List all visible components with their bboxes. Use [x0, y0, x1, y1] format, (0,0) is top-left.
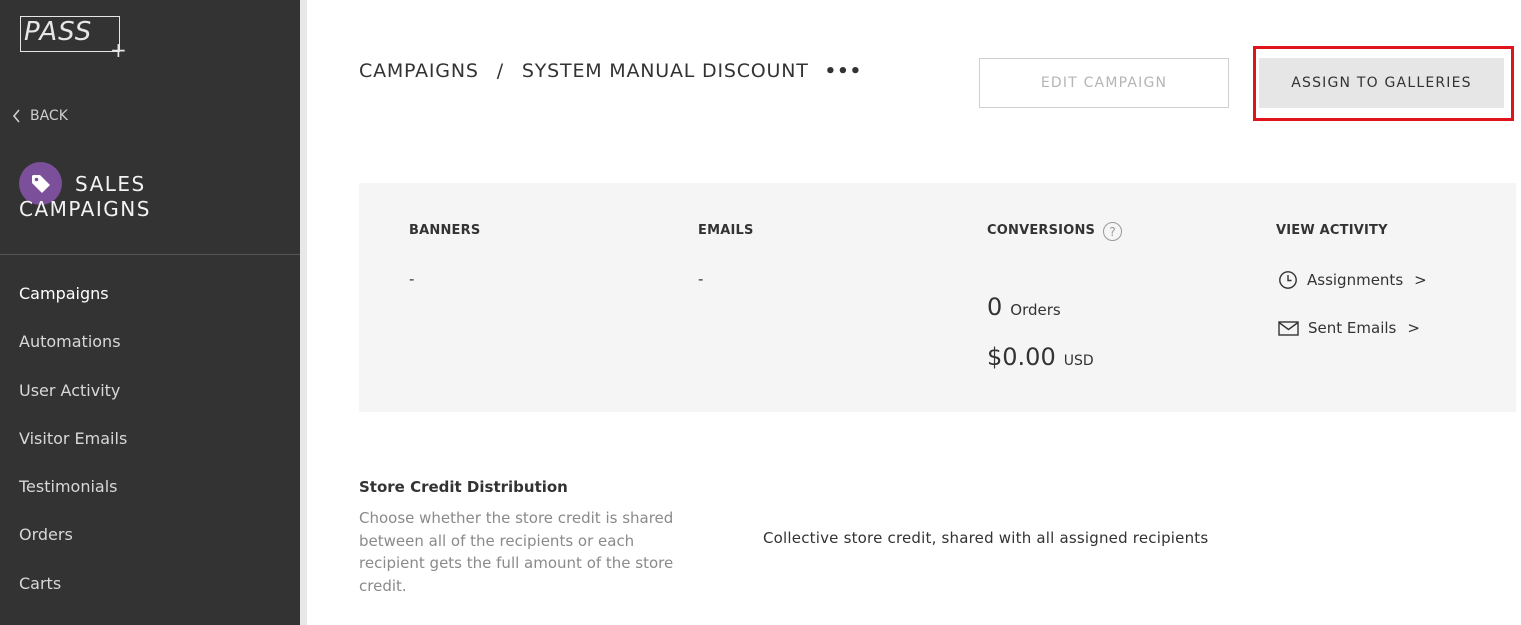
sidebar-item-testimonials[interactable]: Testimonials: [19, 473, 127, 521]
section-title-line1: SALES: [75, 172, 146, 196]
back-link[interactable]: BACK: [12, 108, 68, 124]
sidebar-divider: [0, 254, 300, 255]
sidebar-item-orders[interactable]: Orders: [19, 521, 127, 569]
sidebar-nav: Campaigns Automations User Activity Visi…: [19, 280, 127, 618]
chevron-right-icon: >: [1407, 319, 1420, 337]
breadcrumb-current: SYSTEM MANUAL DISCOUNT: [521, 60, 809, 82]
view-activity-heading: VIEW ACTIVITY: [1276, 223, 1388, 238]
envelope-icon: [1278, 320, 1299, 336]
edit-campaign-button[interactable]: EDIT CAMPAIGN: [979, 58, 1229, 108]
banners-value: -: [409, 270, 415, 288]
logo-text: PASS: [24, 17, 93, 47]
pass-logo[interactable]: PASS +: [20, 16, 130, 60]
revenue-amount: $0.00 USD: [987, 343, 1094, 371]
revenue-number: $0.00: [987, 343, 1056, 371]
sidebar-item-automations[interactable]: Automations: [19, 328, 127, 376]
section-title: SALES CAMPAIGNS: [19, 172, 151, 222]
sidebar-item-campaigns[interactable]: Campaigns: [19, 280, 127, 328]
back-label: BACK: [30, 108, 68, 124]
store-credit-value: Collective store credit, shared with all…: [763, 529, 1209, 547]
section-title-line2: CAMPAIGNS: [19, 197, 151, 221]
help-icon[interactable]: ?: [1103, 222, 1122, 241]
assignments-label: Assignments: [1307, 271, 1404, 289]
more-options-icon[interactable]: •••: [825, 61, 863, 82]
breadcrumb: CAMPAIGNS / SYSTEM MANUAL DISCOUNT •••: [359, 60, 862, 82]
sent-emails-label: Sent Emails: [1308, 319, 1397, 337]
revenue-currency: USD: [1063, 353, 1094, 369]
store-credit-title: Store Credit Distribution: [359, 478, 568, 496]
sidebar: PASS + BACK SALES CAMPAIGNS Campaigns Au…: [0, 0, 300, 625]
emails-heading: EMAILS: [698, 223, 754, 238]
stats-panel: BANNERS - EMAILS - CONVERSIONS ? 0 Order…: [359, 183, 1516, 412]
emails-value: -: [698, 270, 704, 288]
assign-to-galleries-button[interactable]: ASSIGN TO GALLERIES: [1259, 58, 1504, 108]
orders-count: 0 Orders: [987, 293, 1061, 321]
breadcrumb-root[interactable]: CAMPAIGNS: [359, 60, 479, 82]
sidebar-item-user-activity[interactable]: User Activity: [19, 377, 127, 425]
assignments-link[interactable]: Assignments >: [1278, 270, 1427, 290]
clock-icon: [1279, 271, 1297, 289]
conversions-heading: CONVERSIONS: [987, 223, 1096, 238]
chevron-right-icon: >: [1414, 271, 1427, 289]
banners-heading: BANNERS: [409, 223, 481, 238]
sidebar-item-visitor-emails[interactable]: Visitor Emails: [19, 425, 127, 473]
breadcrumb-separator: /: [496, 60, 504, 82]
sidebar-item-carts[interactable]: Carts: [19, 570, 127, 618]
store-credit-description: Choose whether the store credit is share…: [359, 509, 674, 595]
sent-emails-link[interactable]: Sent Emails >: [1278, 319, 1420, 337]
logo-plus: +: [110, 38, 127, 62]
orders-number: 0: [987, 293, 1003, 321]
chevron-left-icon: [12, 109, 20, 123]
sidebar-edge: [300, 0, 307, 625]
orders-unit: Orders: [1010, 301, 1061, 319]
